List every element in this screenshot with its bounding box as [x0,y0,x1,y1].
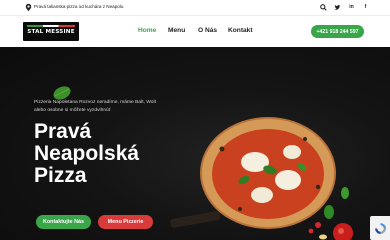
phone-cta-button[interactable]: +421 918 244 597 [311,25,364,38]
contact-button[interactable]: Kontaktujte Nás [36,215,91,229]
hero-headline-line-3: Pizza [34,164,87,187]
menu-button[interactable]: Menu Pizzerie [98,215,153,229]
main-navbar: STAL MESSINE Home Menu O Nás Kontakt +42… [0,15,390,47]
hero-intro-text: Pizzeria Napoletana Rozvoz neradíme, mám… [34,100,156,113]
nav-item-menu[interactable]: Menu [168,27,185,34]
hero-headline: Pravá Neapolská Pizza [34,121,139,187]
map-pin-icon [25,3,32,12]
search-icon[interactable] [319,2,328,12]
hero-headline-line-1: Pravá [34,120,92,143]
twitter-icon[interactable] [333,2,342,12]
nav-item-home[interactable]: Home [138,27,156,34]
nav-item-kontakt[interactable]: Kontakt [228,27,253,34]
hero-section: Pizzeria Napoletana Rozvoz neradíme, mám… [0,47,390,240]
hero-headline-line-2: Neapolská [34,142,140,165]
social-links: in f [319,2,370,12]
linkedin-icon[interactable]: in [347,2,356,12]
nav-item-o-nas[interactable]: O Nás [198,27,217,34]
recaptcha-badge[interactable] [370,216,390,240]
recaptcha-icon [374,222,386,234]
facebook-icon[interactable]: f [361,2,370,12]
top-tagline: Pravá talianska pizza od kuchára z Neapo… [34,4,124,9]
top-info-bar: Pravá talianska pizza od kuchára z Neapo… [0,0,390,15]
